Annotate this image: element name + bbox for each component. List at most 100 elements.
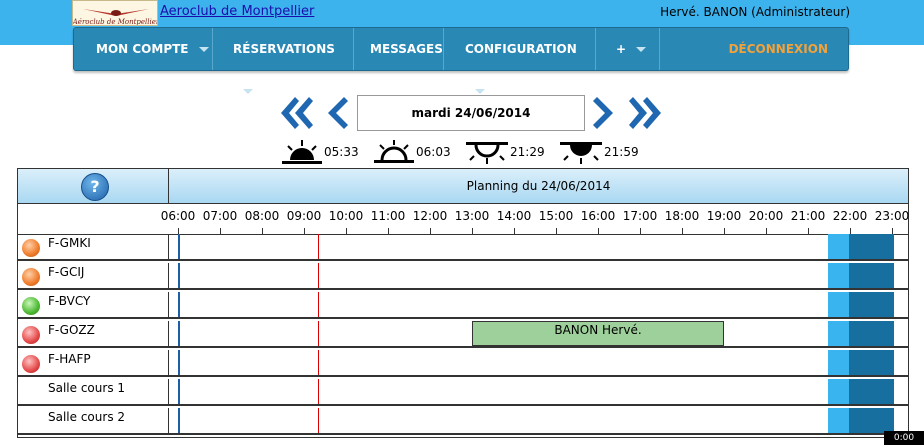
menu-label: + (616, 42, 627, 56)
day-start-line (178, 379, 180, 404)
booking-block[interactable]: BANON Hervé. (472, 321, 724, 346)
sunset-icon (466, 142, 508, 164)
chevron-down-icon (475, 89, 485, 94)
current-time-line (318, 292, 319, 317)
resource-name: Salle cours 2 (48, 410, 126, 424)
twilight-band (828, 379, 850, 404)
twilight-band (828, 408, 850, 433)
sun-time-item: 05:33 (282, 140, 359, 164)
current-time-line (318, 408, 319, 433)
status-red-icon (22, 326, 40, 344)
sun-time-item: 21:59 (560, 140, 639, 164)
night-band (849, 379, 894, 404)
twilight-band (828, 350, 850, 375)
chevron-down-icon (636, 47, 647, 52)
menu-label: MESSAGES (370, 42, 443, 56)
hour-label: 19:00 (706, 209, 742, 223)
hour-label: 22:00 (832, 209, 868, 223)
resource-name: F-GCIJ (48, 265, 85, 279)
menu-reservations[interactable]: RÉSERVATIONS (213, 28, 354, 94)
sun-time-item: 06:03 (374, 140, 451, 164)
next-week-button[interactable] (629, 95, 663, 131)
resource-row[interactable]: F-GOZZ BANON Hervé. (18, 321, 908, 348)
menu-more[interactable]: + (596, 28, 660, 70)
day-start-line (178, 234, 180, 259)
current-date[interactable]: mardi 24/06/2014 (357, 95, 585, 131)
night-band (849, 350, 894, 375)
first-week-button[interactable] (279, 95, 313, 131)
sun-time: 21:29 (510, 145, 545, 159)
current-time-line (318, 321, 319, 346)
sun-time: 06:03 (416, 145, 451, 159)
night-band (849, 321, 894, 346)
resource-row[interactable]: F-GCIJ (18, 263, 908, 290)
twilight-band (828, 321, 850, 346)
menu-messages[interactable]: MESSAGES (354, 28, 444, 70)
day-start-line (178, 350, 180, 375)
sunrise-icon (374, 140, 414, 163)
resource-row[interactable]: Salle cours 1 (18, 379, 908, 406)
day-start-line (178, 292, 180, 317)
day-start-line (178, 321, 180, 346)
hour-label: 13:00 (454, 209, 490, 223)
status-green-icon (22, 297, 40, 315)
resource-name-cell: F-HAFP (18, 350, 169, 376)
hour-label: 08:00 (244, 209, 280, 223)
site-name-link[interactable]: Aeroclub de Montpellier (160, 4, 314, 19)
sunset-dusk-icon (560, 142, 602, 164)
night-band (849, 408, 894, 433)
hour-label: 20:00 (748, 209, 784, 223)
corner-badge: 0:00 (884, 431, 924, 445)
resource-row[interactable]: F-GMKI (18, 234, 908, 261)
menu-mon-compte[interactable]: MON COMPTE (74, 28, 213, 70)
resource-row[interactable]: Salle cours 2 (18, 408, 908, 435)
resource-name-cell: Salle cours 2 (18, 408, 169, 434)
hour-label: 15:00 (538, 209, 574, 223)
resource-row[interactable]: F-HAFP (18, 350, 908, 377)
help-icon[interactable]: ? (81, 173, 109, 201)
resource-name-cell: F-GOZZ (18, 321, 169, 347)
resource-name: F-HAFP (48, 352, 91, 366)
status-red-icon (22, 355, 40, 373)
sunrise-dawn-icon (282, 140, 322, 164)
hour-label: 12:00 (412, 209, 448, 223)
night-band (849, 263, 894, 288)
current-time-line (318, 234, 319, 259)
hour-label: 14:00 (496, 209, 532, 223)
menu-label: CONFIGURATION (465, 42, 577, 56)
logout-button[interactable]: DÉCONNEXION (707, 28, 848, 70)
sun-time: 21:59 (604, 145, 639, 159)
day-start-line (178, 263, 180, 288)
planning-grid: ? Planning du 24/06/2014 06:00 07:00 08:00… (17, 168, 909, 438)
resource-name-cell: F-BVCY (18, 292, 169, 318)
hour-label: 17:00 (622, 209, 658, 223)
chevron-down-icon (243, 89, 253, 94)
chevron-down-icon (198, 47, 209, 52)
resource-name: F-BVCY (48, 294, 91, 308)
resource-row[interactable]: F-BVCY (18, 292, 908, 319)
current-time-line (318, 263, 319, 288)
resource-name: F-GOZZ (48, 323, 95, 337)
hour-label: 16:00 (580, 209, 616, 223)
previous-day-button[interactable] (324, 95, 348, 131)
planning-header-left: ? (18, 169, 169, 203)
club-logo[interactable]: Aéroclub de Montpellier (72, 0, 158, 26)
menu-configuration[interactable]: CONFIGURATION (444, 28, 596, 94)
sun-time: 05:33 (324, 145, 359, 159)
next-day-button[interactable] (593, 95, 617, 131)
logo-text: Aéroclub de Montpellier (73, 18, 158, 26)
hour-label: 11:00 (370, 209, 406, 223)
twilight-band (828, 234, 850, 259)
hour-scale: 06:00 07:00 08:00 09:00 10:00 11:00 12:00 13:00… (18, 204, 909, 235)
resource-name-cell: Salle cours 1 (18, 379, 169, 405)
resource-name: F-GMKI (48, 236, 91, 250)
resource-name: Salle cours 1 (48, 381, 126, 395)
twilight-band (828, 292, 850, 317)
menu-label: MON COMPTE (96, 42, 189, 56)
status-orange-icon (22, 239, 40, 257)
hour-label: 18:00 (664, 209, 700, 223)
planning-title: Planning du 24/06/2014 (466, 179, 611, 193)
hour-label: 07:00 (202, 209, 238, 223)
night-band (849, 234, 894, 259)
resource-name-cell: F-GMKI (18, 234, 169, 260)
